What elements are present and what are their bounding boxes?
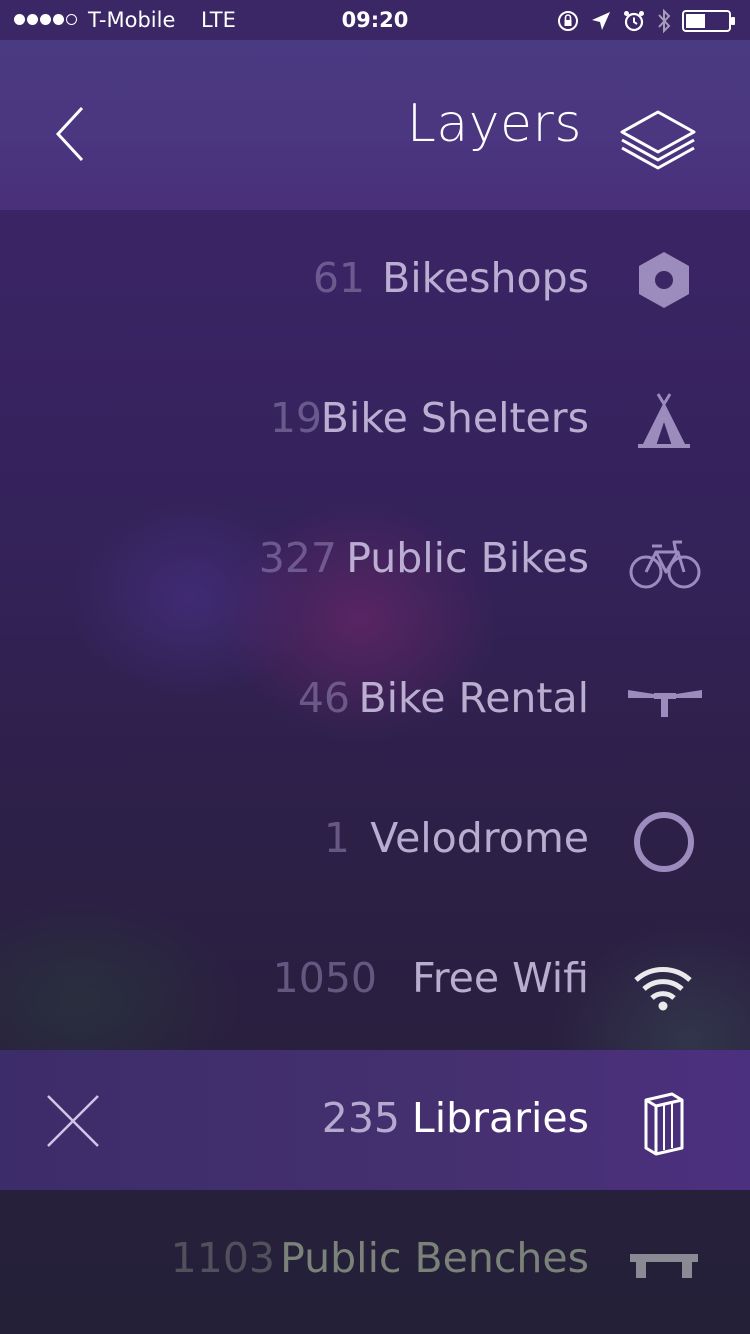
layer-row-free-wifi[interactable]: 1050 Free Wifi bbox=[0, 910, 750, 1050]
layer-row-bikeshops[interactable]: 61 Bikeshops bbox=[0, 210, 750, 350]
location-arrow-icon bbox=[590, 10, 612, 32]
layer-label: Free Wifi bbox=[412, 954, 589, 1002]
remove-layer-button[interactable] bbox=[40, 1088, 106, 1154]
layer-label: Libraries bbox=[411, 1094, 589, 1142]
orientation-lock-icon bbox=[556, 9, 580, 33]
chevron-left-icon bbox=[55, 106, 84, 162]
layer-count: 1050 bbox=[272, 954, 377, 1002]
handlebar-icon bbox=[620, 660, 710, 740]
layer-row-velodrome[interactable]: 1 Velodrome bbox=[0, 770, 750, 910]
layer-count: 1103 bbox=[170, 1234, 275, 1282]
layer-label: Public Bikes bbox=[346, 534, 589, 582]
layer-row-public-benches[interactable]: 1103 Public Benches bbox=[0, 1190, 750, 1330]
bench-icon bbox=[620, 1220, 710, 1300]
battery-icon bbox=[682, 9, 736, 33]
page-title: Layers bbox=[406, 94, 582, 154]
books-icon bbox=[620, 1080, 710, 1160]
status-icons bbox=[556, 8, 736, 34]
hex-nut-icon bbox=[620, 240, 710, 320]
layer-label: Bike Rental bbox=[358, 674, 589, 722]
layer-row-bike-rental[interactable]: 46 Bike Rental bbox=[0, 630, 750, 770]
layer-count: 46 bbox=[297, 674, 350, 722]
layer-label: Velodrome bbox=[370, 814, 589, 862]
layers-button[interactable] bbox=[616, 104, 706, 174]
alarm-icon bbox=[622, 9, 646, 33]
layer-count: 327 bbox=[258, 534, 337, 582]
layers-screen: T-Mobile LTE 09:20 Layers 61 Bikeshops 1… bbox=[0, 0, 750, 1334]
layer-count: 235 bbox=[321, 1094, 400, 1142]
close-icon bbox=[47, 1095, 99, 1147]
layer-count: 1 bbox=[323, 814, 350, 862]
layer-count: 61 bbox=[312, 254, 365, 302]
tent-icon bbox=[620, 380, 710, 460]
bluetooth-icon bbox=[656, 8, 672, 34]
layer-label: Bikeshops bbox=[382, 254, 589, 302]
bicycle-icon bbox=[620, 520, 710, 600]
status-bar: T-Mobile LTE 09:20 bbox=[0, 0, 750, 40]
wifi-icon bbox=[620, 940, 710, 1020]
ring-icon bbox=[620, 800, 710, 880]
layers-stack-icon bbox=[620, 110, 696, 170]
header-bar: Layers bbox=[0, 40, 750, 210]
layer-row-libraries[interactable]: 235 Libraries bbox=[0, 1050, 750, 1190]
layer-row-public-bikes[interactable]: 327 Public Bikes bbox=[0, 490, 750, 630]
layer-label: Bike Shelters bbox=[320, 394, 589, 442]
layer-count: 19 bbox=[269, 394, 322, 442]
layer-row-bike-shelters[interactable]: 19 Bike Shelters bbox=[0, 350, 750, 490]
back-button[interactable] bbox=[44, 100, 100, 170]
layer-label: Public Benches bbox=[280, 1234, 589, 1282]
